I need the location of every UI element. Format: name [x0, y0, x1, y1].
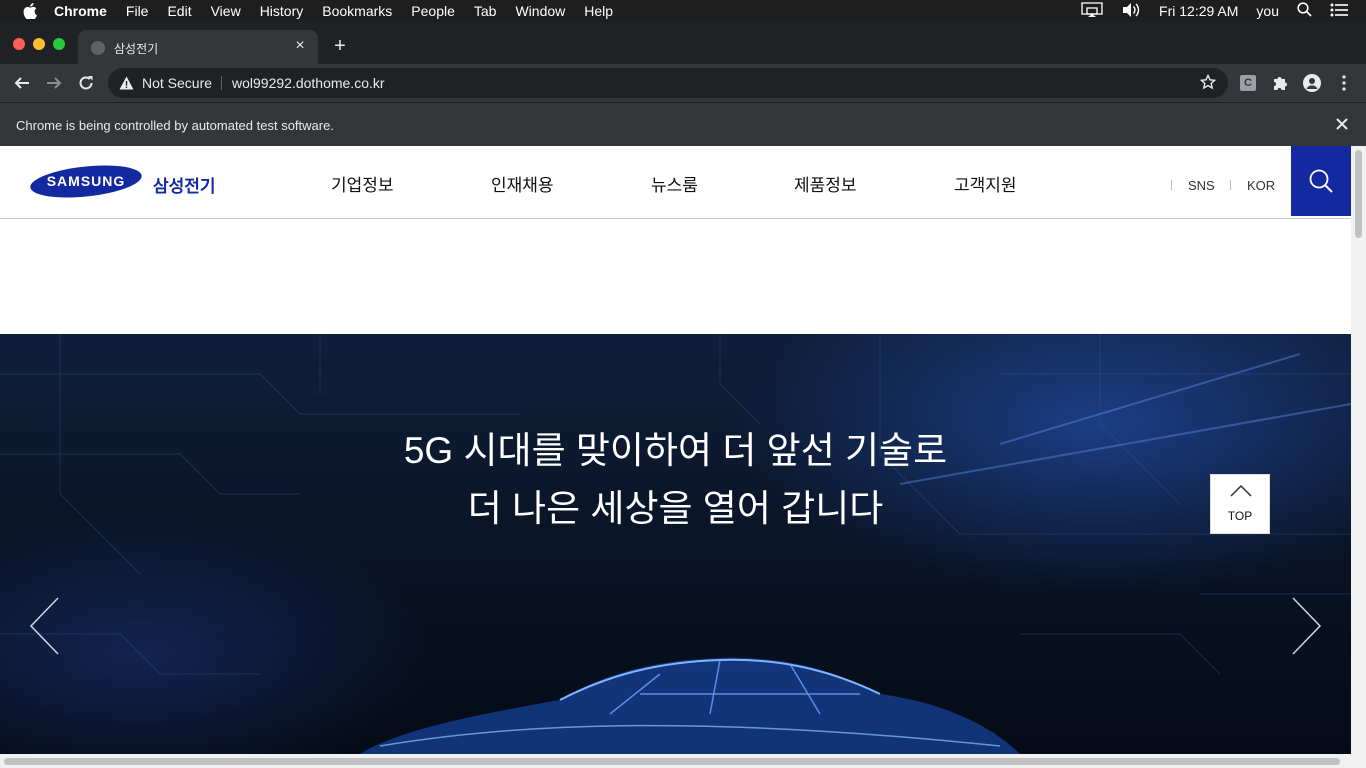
nav-support[interactable]: 고객지원 [954, 171, 1017, 196]
menu-edit[interactable]: Edit [167, 3, 191, 19]
address-bar[interactable]: Not Secure wol99292.dothome.co.kr [108, 68, 1228, 98]
vertical-scrollbar-thumb[interactable] [1355, 150, 1362, 238]
extension-c-icon[interactable]: C [1238, 73, 1258, 93]
nav-company-info[interactable]: 기업정보 [331, 171, 394, 196]
back-arrow-icon[interactable] [12, 73, 32, 93]
samsung-logo[interactable]: SAMSUNG [29, 163, 143, 200]
util-sns-link[interactable]: SNS [1188, 178, 1215, 193]
util-divider [1171, 180, 1172, 190]
chevron-up-icon [1230, 485, 1252, 497]
warning-icon[interactable] [119, 76, 134, 95]
nav-careers[interactable]: 인재채용 [491, 171, 554, 196]
menu-view[interactable]: View [211, 3, 241, 19]
nav-newsroom[interactable]: 뉴스룸 [651, 171, 698, 196]
infobar-message: Chrome is being controlled by automated … [16, 118, 334, 133]
menu-bookmarks[interactable]: Bookmarks [322, 3, 392, 19]
infobar-close-icon[interactable] [1334, 116, 1350, 132]
reload-icon[interactable] [76, 73, 96, 93]
bookmark-star-icon[interactable] [1199, 73, 1217, 95]
new-tab-button[interactable]: + [330, 36, 350, 56]
menubar-clock[interactable]: Fri 12:29 AM [1159, 3, 1238, 19]
macos-menu-bar: Chrome File Edit View History Bookmarks … [0, 0, 1366, 22]
hero-line-1: 5G 시대를 맞이하여 더 앞선 기술로 [403, 430, 948, 471]
extensions-puzzle-icon[interactable] [1270, 73, 1290, 93]
util-language-link[interactable]: KOR [1247, 178, 1275, 193]
menubar-user[interactable]: you [1256, 3, 1279, 19]
brand-name-kr[interactable]: 삼성전기 [153, 172, 216, 197]
window-close-button[interactable] [13, 38, 25, 50]
forward-arrow-icon[interactable] [44, 73, 64, 93]
menu-app-chrome[interactable]: Chrome [54, 3, 107, 19]
display-mirroring-icon[interactable] [1081, 1, 1103, 21]
menu-file[interactable]: File [126, 3, 149, 19]
security-status-label[interactable]: Not Secure [142, 75, 212, 91]
chrome-menu-icon[interactable] [1334, 73, 1354, 93]
slider-prev-arrow-icon[interactable] [28, 596, 68, 656]
menu-tab[interactable]: Tab [474, 3, 497, 19]
hero-banner: 5G 시대를 맞이하여 더 앞선 기술로 더 나은 세상을 열어 갑니다 [0, 334, 1351, 754]
profile-avatar-icon[interactable] [1302, 73, 1322, 93]
vertical-scrollbar[interactable] [1351, 146, 1366, 754]
scroll-to-top-button[interactable]: TOP [1210, 474, 1270, 534]
menu-help[interactable]: Help [584, 3, 613, 19]
site-search-button[interactable] [1291, 146, 1351, 216]
apple-icon[interactable] [20, 0, 40, 22]
hero-line-2: 더 나은 세상을 열어 갑니다 [467, 488, 884, 529]
url-text[interactable]: wol99292.dothome.co.kr [232, 75, 385, 91]
notification-center-icon[interactable] [1330, 3, 1348, 20]
slider-next-arrow-icon[interactable] [1290, 596, 1330, 656]
extension-c-label: C [1240, 75, 1256, 91]
window-zoom-button[interactable] [53, 38, 65, 50]
site-header: SAMSUNG 삼성전기 기업정보 인재채용 뉴스룸 제품정보 고객지원 SNS… [0, 146, 1351, 219]
globe-icon [91, 41, 105, 55]
hero-headline: 5G 시대를 맞이하여 더 앞선 기술로 더 나은 세상을 열어 갑니다 [0, 422, 1351, 538]
volume-icon[interactable] [1121, 2, 1141, 21]
address-separator [221, 76, 222, 90]
menu-window[interactable]: Window [515, 3, 565, 19]
top-button-label: TOP [1227, 509, 1253, 523]
nav-products[interactable]: 제품정보 [794, 171, 857, 196]
car-wireframe-image [360, 657, 1020, 754]
tab-strip: 삼성전기 × + [0, 22, 1366, 64]
util-divider [1230, 180, 1231, 190]
horizontal-scrollbar[interactable] [0, 754, 1366, 768]
window-minimize-button[interactable] [33, 38, 45, 50]
horizontal-scrollbar-thumb[interactable] [4, 758, 1340, 765]
menu-people[interactable]: People [411, 3, 455, 19]
tab-title: 삼성전기 [114, 42, 159, 56]
tab-close-icon[interactable]: × [292, 38, 308, 54]
browser-toolbar: Not Secure wol99292.dothome.co.kr C [0, 64, 1366, 102]
search-icon [1309, 169, 1333, 193]
menu-history[interactable]: History [260, 3, 304, 19]
spotlight-search-icon[interactable] [1297, 2, 1312, 20]
automation-infobar: Chrome is being controlled by automated … [0, 102, 1366, 146]
browser-tab[interactable]: 삼성전기 × [78, 30, 318, 64]
page-viewport: SAMSUNG 삼성전기 기업정보 인재채용 뉴스룸 제품정보 고객지원 SNS… [0, 146, 1366, 768]
logo-text: SAMSUNG [47, 173, 126, 189]
